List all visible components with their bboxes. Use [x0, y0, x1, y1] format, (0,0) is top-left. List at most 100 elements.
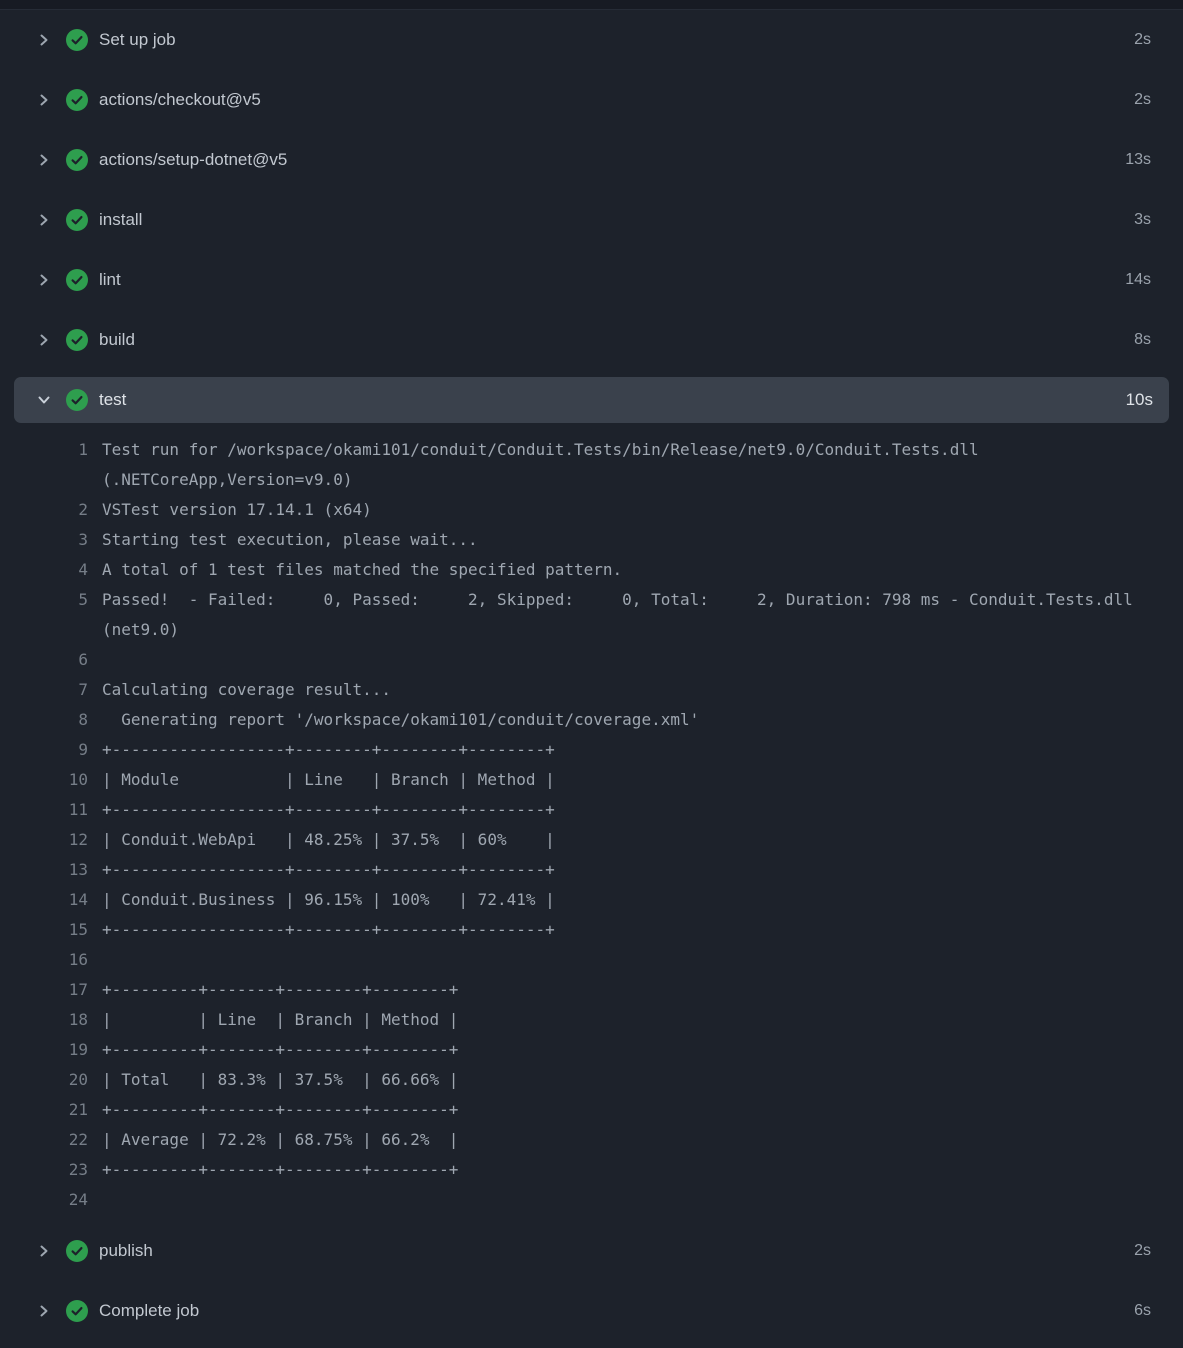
step-duration: 8s	[1134, 331, 1151, 349]
log-line-number[interactable]: 1	[0, 435, 88, 495]
log-line-number[interactable]: 21	[0, 1095, 88, 1125]
log-line-text: +---------+-------+--------+--------+	[102, 1035, 1148, 1065]
log-line-text: | Module | Line | Branch | Method |	[102, 765, 1148, 795]
log-line-number[interactable]: 15	[0, 915, 88, 945]
step-name: actions/checkout@v5	[99, 90, 261, 110]
log-line: 4 A total of 1 test files matched the sp…	[0, 555, 1183, 585]
step-duration: 2s	[1134, 91, 1151, 109]
log-line-text: +------------------+--------+--------+--…	[102, 795, 1148, 825]
log-line: 2 VSTest version 17.14.1 (x64)	[0, 495, 1183, 525]
log-line-number[interactable]: 4	[0, 555, 88, 585]
step-duration: 14s	[1125, 271, 1151, 289]
log-line-number[interactable]: 23	[0, 1155, 88, 1185]
step-row[interactable]: Complete job 6s	[0, 1281, 1183, 1341]
log-line: 19 +---------+-------+--------+--------+	[0, 1035, 1183, 1065]
step-row[interactable]: Set up job 2s	[0, 10, 1183, 70]
chevron-down-icon	[36, 392, 52, 408]
step-duration: 3s	[1134, 211, 1151, 229]
log-line-number[interactable]: 20	[0, 1065, 88, 1095]
job-log-panel: Set up job 2s actions/checkout@v5 2s	[0, 0, 1183, 1341]
log-line-text: | Average | 72.2% | 68.75% | 66.2% |	[102, 1125, 1148, 1155]
log-line: 16	[0, 945, 1183, 975]
step-duration: 10s	[1126, 390, 1153, 410]
log-line-text: +------------------+--------+--------+--…	[102, 915, 1148, 945]
step-expanded-section: test 10s 1 Test run for /workspace/okami…	[0, 377, 1183, 1221]
log-line-text: +------------------+--------+--------+--…	[102, 855, 1148, 885]
log-line: 8 Generating report '/workspace/okami101…	[0, 705, 1183, 735]
log-line: 12 | Conduit.WebApi | 48.25% | 37.5% | 6…	[0, 825, 1183, 855]
log-line-number[interactable]: 5	[0, 585, 88, 645]
log-line: 9 +------------------+--------+--------+…	[0, 735, 1183, 765]
step-row[interactable]: publish 2s	[0, 1221, 1183, 1281]
log-line-number[interactable]: 19	[0, 1035, 88, 1065]
step-name: install	[99, 210, 142, 230]
log-line: 6	[0, 645, 1183, 675]
step-name: build	[99, 330, 135, 350]
step-name: test	[99, 390, 126, 410]
log-line-text: | Conduit.Business | 96.15% | 100% | 72.…	[102, 885, 1148, 915]
success-check-icon	[66, 89, 88, 111]
log-line-text: VSTest version 17.14.1 (x64)	[102, 495, 1148, 525]
log-line: 24	[0, 1185, 1183, 1215]
log-line-number[interactable]: 22	[0, 1125, 88, 1155]
log-line-text: | | Line | Branch | Method |	[102, 1005, 1148, 1035]
success-check-icon	[66, 209, 88, 231]
log-line-number[interactable]: 17	[0, 975, 88, 1005]
log-line: 18 | | Line | Branch | Method |	[0, 1005, 1183, 1035]
log-line-text: Starting test execution, please wait...	[102, 525, 1148, 555]
step-name: lint	[99, 270, 121, 290]
log-line-number[interactable]: 8	[0, 705, 88, 735]
log-line-number[interactable]: 7	[0, 675, 88, 705]
step-duration: 2s	[1134, 1242, 1151, 1260]
step-row[interactable]: build 8s	[0, 310, 1183, 370]
log-line-number[interactable]: 3	[0, 525, 88, 555]
step-name: publish	[99, 1241, 153, 1261]
log-line-text: +------------------+--------+--------+--…	[102, 735, 1148, 765]
success-check-icon	[66, 329, 88, 351]
chevron-right-icon	[36, 152, 52, 168]
log-line-number[interactable]: 11	[0, 795, 88, 825]
log-line: 21 +---------+-------+--------+--------+	[0, 1095, 1183, 1125]
log-line: 14 | Conduit.Business | 96.15% | 100% | …	[0, 885, 1183, 915]
step-row[interactable]: actions/checkout@v5 2s	[0, 70, 1183, 130]
success-check-icon	[66, 269, 88, 291]
chevron-right-icon	[36, 1303, 52, 1319]
log-line-text: | Conduit.WebApi | 48.25% | 37.5% | 60% …	[102, 825, 1148, 855]
step-row[interactable]: actions/setup-dotnet@v5 13s	[0, 130, 1183, 190]
step-duration: 2s	[1134, 31, 1151, 49]
log-line: 10 | Module | Line | Branch | Method |	[0, 765, 1183, 795]
log-line-text: +---------+-------+--------+--------+	[102, 1155, 1148, 1185]
log-line-number[interactable]: 16	[0, 945, 88, 975]
log-line-number[interactable]: 2	[0, 495, 88, 525]
step-row[interactable]: lint 14s	[0, 250, 1183, 310]
step-row[interactable]: test 10s	[14, 377, 1169, 423]
log-line-number[interactable]: 12	[0, 825, 88, 855]
step-duration: 6s	[1134, 1302, 1151, 1320]
log-line-text	[102, 1185, 1148, 1215]
success-check-icon	[66, 389, 88, 411]
chevron-right-icon	[36, 32, 52, 48]
log-line-number[interactable]: 9	[0, 735, 88, 765]
step-name: Complete job	[99, 1301, 199, 1321]
log-line: 17 +---------+-------+--------+--------+	[0, 975, 1183, 1005]
chevron-right-icon	[36, 92, 52, 108]
step-name: actions/setup-dotnet@v5	[99, 150, 287, 170]
step-name: Set up job	[99, 30, 176, 50]
step-row[interactable]: install 3s	[0, 190, 1183, 250]
log-line-number[interactable]: 18	[0, 1005, 88, 1035]
log-line-text: Calculating coverage result...	[102, 675, 1148, 705]
log-line-number[interactable]: 6	[0, 645, 88, 675]
log-line-text: A total of 1 test files matched the spec…	[102, 555, 1148, 585]
log-line: 1 Test run for /workspace/okami101/condu…	[0, 435, 1183, 495]
log-line: 11 +------------------+--------+--------…	[0, 795, 1183, 825]
log-line-number[interactable]: 13	[0, 855, 88, 885]
log-line: 7 Calculating coverage result...	[0, 675, 1183, 705]
log-line-number[interactable]: 10	[0, 765, 88, 795]
log-line-text: Passed! - Failed: 0, Passed: 2, Skipped:…	[102, 585, 1148, 645]
log-line-text	[102, 645, 1148, 675]
log-line-text: +---------+-------+--------+--------+	[102, 975, 1148, 1005]
log-line-number[interactable]: 14	[0, 885, 88, 915]
log-line-number[interactable]: 24	[0, 1185, 88, 1215]
log-line: 20 | Total | 83.3% | 37.5% | 66.66% |	[0, 1065, 1183, 1095]
chevron-right-icon	[36, 332, 52, 348]
